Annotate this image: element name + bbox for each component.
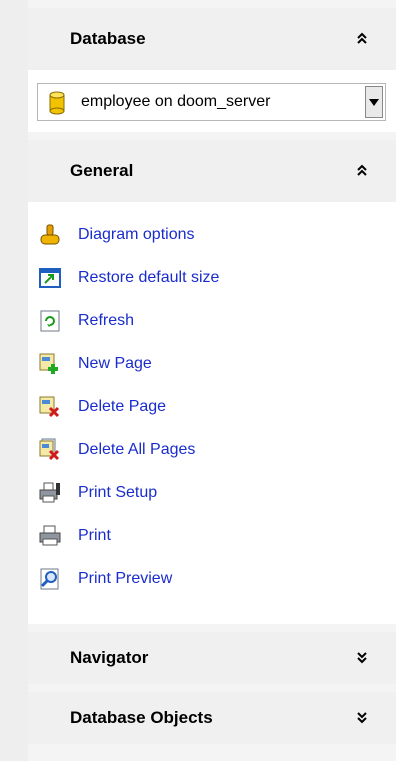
diagram-options-action[interactable]: Diagram options <box>38 220 195 250</box>
printer-icon <box>39 525 61 546</box>
new-page-label: New Page <box>78 355 152 372</box>
print-setup-action[interactable]: Print Setup <box>38 478 157 508</box>
delete-all-pages-label: Delete All Pages <box>78 441 196 458</box>
delete-page-label: Delete Page <box>78 398 167 415</box>
diagram-options-label: Diagram options <box>78 226 195 243</box>
new-page-action[interactable]: New Page <box>38 349 152 379</box>
print-preview-icon <box>40 568 59 590</box>
new-page-icon <box>39 353 58 374</box>
restore-default-size-action[interactable]: Restore default size <box>38 263 219 293</box>
chevron-down-icon[interactable] <box>365 86 383 118</box>
database-section-header[interactable]: Database <box>28 8 396 70</box>
print-setup-icon <box>39 482 60 503</box>
restore-default-size-label: Restore default size <box>78 269 220 286</box>
refresh-action[interactable]: Refresh <box>38 306 134 336</box>
delete-all-pages-icon <box>39 438 60 461</box>
expand-chevron-icon[interactable] <box>355 710 369 726</box>
navigator-section-title: Navigator <box>70 648 149 667</box>
delete-page-icon <box>39 396 60 418</box>
general-section-body: Diagram options Restore default size Ref… <box>28 202 396 624</box>
delete-page-action[interactable]: Delete Page <box>38 392 166 422</box>
general-section-title: General <box>70 161 134 180</box>
navigator-section-header[interactable]: Navigator <box>28 632 396 684</box>
database-section-title: Database <box>70 29 146 48</box>
refresh-label: Refresh <box>78 312 135 329</box>
print-label: Print <box>78 527 111 544</box>
delete-all-pages-action[interactable]: Delete All Pages <box>38 435 195 465</box>
database-select-value: employee on doom_server <box>81 93 271 110</box>
database-icon <box>49 91 65 115</box>
collapse-chevron-icon[interactable] <box>355 31 369 47</box>
diagram-options-icon <box>40 224 60 245</box>
print-preview-label: Print Preview <box>78 570 173 587</box>
general-section-header[interactable]: General <box>28 140 396 202</box>
expand-chevron-icon[interactable] <box>355 650 369 666</box>
print-preview-action[interactable]: Print Preview <box>38 564 172 594</box>
print-setup-label: Print Setup <box>78 484 158 501</box>
print-action[interactable]: Print <box>38 521 111 551</box>
restore-size-icon <box>39 268 61 288</box>
collapse-chevron-icon[interactable] <box>355 163 369 179</box>
database-section-body: employee on doom_server <box>28 70 396 132</box>
database-objects-section-title: Database Objects <box>70 708 213 727</box>
database-objects-section-header[interactable]: Database Objects <box>28 692 396 744</box>
database-select[interactable]: employee on doom_server <box>37 83 386 121</box>
refresh-icon <box>40 310 60 332</box>
